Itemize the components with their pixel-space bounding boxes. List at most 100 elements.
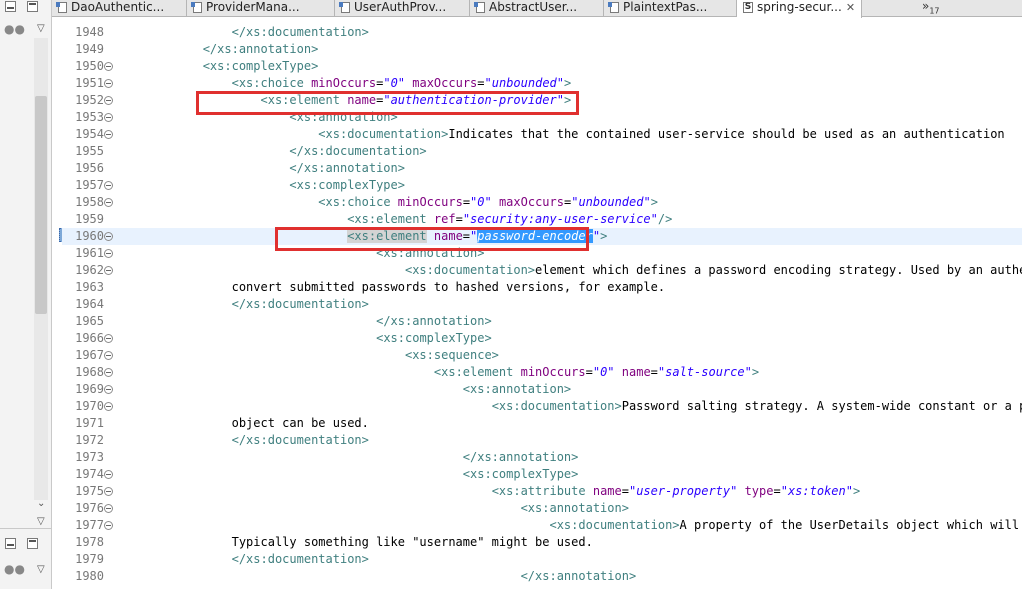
fold-toggle-icon[interactable] — [104, 504, 113, 513]
code-token: "xs:token" — [780, 484, 853, 498]
code-line[interactable]: 1962 <xs:documentation>element which def… — [62, 262, 1022, 279]
chevron-down-icon[interactable]: ▽ — [37, 565, 45, 575]
minimize-view-button[interactable] — [5, 538, 16, 549]
chevron-down-icon[interactable]: ▽ — [37, 517, 45, 527]
tab-spring-security[interactable]: Sspring-secur... ✕ — [737, 0, 862, 18]
code-line[interactable]: 1950 <xs:complexType> — [62, 58, 1022, 75]
code-line[interactable]: 1970 <xs:documentation>Password salting … — [62, 398, 1022, 415]
fold-toggle-icon[interactable] — [104, 266, 113, 275]
fold-toggle-icon[interactable] — [104, 181, 113, 190]
tab-overflow-button[interactable]: »17 — [922, 0, 940, 15]
code-line[interactable]: 1975 <xs:attribute name="user-property" … — [62, 483, 1022, 500]
code-text: <xs:complexType> — [116, 177, 405, 194]
code-line[interactable]: 1958 <xs:choice minOccurs="0" maxOccurs=… — [62, 194, 1022, 211]
chevron-down-icon[interactable]: ▽ — [37, 24, 45, 34]
line-number: 1966 — [75, 331, 104, 345]
code-line[interactable]: 1963 convert submitted passwords to hash… — [62, 279, 1022, 296]
code-token: <xs:complexType> — [376, 331, 492, 345]
fold-toggle-icon[interactable] — [104, 334, 113, 343]
fold-toggle-icon[interactable] — [104, 113, 113, 122]
code-line[interactable]: 1969 <xs:annotation> — [62, 381, 1022, 398]
code-text: <xs:complexType> — [116, 330, 492, 347]
fold-toggle-icon[interactable] — [104, 62, 113, 71]
line-number: 1955 — [75, 144, 104, 158]
maximize-view-button[interactable] — [27, 1, 38, 12]
tab-plaintextpas[interactable]: PlaintextPas... — [604, 0, 737, 17]
fold-toggle-icon[interactable] — [104, 198, 113, 207]
tab-daoauthentic[interactable]: DaoAuthentic... — [52, 0, 187, 17]
fold-toggle-icon[interactable] — [104, 79, 113, 88]
code-text: <xs:element minOccurs="0" name="salt-sou… — [116, 364, 759, 381]
code-line[interactable]: 1976 <xs:annotation> — [62, 500, 1022, 517]
hidden-tab-count: 17 — [929, 6, 940, 16]
code-line[interactable]: 1978 Typically something like "username"… — [62, 534, 1022, 551]
code-line[interactable]: 1967 <xs:sequence> — [62, 347, 1022, 364]
fold-toggle-icon[interactable] — [104, 470, 113, 479]
maximize-view-button[interactable] — [27, 538, 38, 549]
line-number: 1963 — [75, 280, 104, 294]
vertical-scrollbar[interactable] — [34, 38, 48, 500]
close-icon[interactable]: ✕ — [846, 1, 855, 15]
code-text: <xs:documentation>element which defines … — [116, 262, 1022, 279]
fold-toggle-icon[interactable] — [104, 232, 113, 241]
code-token: <xs:choice — [231, 76, 312, 90]
schema-file-icon: S — [743, 2, 753, 13]
code-line[interactable]: 1974 <xs:complexType> — [62, 466, 1022, 483]
code-line[interactable]: 1959 <xs:element ref="security:any-user-… — [62, 211, 1022, 228]
code-line[interactable]: 1965 </xs:annotation> — [62, 313, 1022, 330]
code-line[interactable]: 1956 </xs:annotation> — [62, 160, 1022, 177]
code-line[interactable]: 1966 <xs:complexType> — [62, 330, 1022, 347]
code-line[interactable]: 1979 </xs:documentation> — [62, 551, 1022, 568]
code-line[interactable]: 1968 <xs:element minOccurs="0" name="sal… — [62, 364, 1022, 381]
line-number: 1961 — [75, 246, 104, 260]
code-token: <xs:choice — [318, 195, 398, 209]
fold-toggle-icon[interactable] — [104, 521, 113, 530]
fold-toggle-icon[interactable] — [104, 130, 113, 139]
code-line[interactable]: 1948 </xs:documentation> — [62, 24, 1022, 41]
people-icon: ●● — [4, 562, 25, 576]
code-token: = — [650, 365, 658, 379]
code-text: </xs:documentation> — [116, 24, 369, 41]
code-text: </xs:documentation> — [116, 551, 369, 568]
code-line[interactable]: 1971 object can be used. — [62, 415, 1022, 432]
code-line[interactable]: 1964 </xs:documentation> — [62, 296, 1022, 313]
code-line[interactable]: 1949 </xs:annotation> — [62, 41, 1022, 58]
fold-toggle-icon[interactable] — [104, 351, 113, 360]
code-token: = — [773, 484, 781, 498]
code-line[interactable]: 1980 </xs:annotation> — [62, 568, 1022, 585]
fold-toggle-icon[interactable] — [104, 385, 113, 394]
line-number: 1958 — [75, 195, 104, 209]
line-number: 1968 — [75, 365, 104, 379]
scrollbar-thumb[interactable] — [35, 96, 47, 314]
minimize-view-button[interactable] — [5, 1, 16, 12]
fold-toggle-icon[interactable] — [104, 487, 113, 496]
code-text: convert submitted passwords to hashed ve… — [116, 279, 665, 296]
code-line[interactable]: 1954 <xs:documentation>Indicates that th… — [62, 126, 1022, 143]
code-line[interactable]: 1973 </xs:annotation> — [62, 449, 1022, 466]
fold-toggle-icon[interactable] — [104, 96, 113, 105]
code-token: </xs:annotation> — [289, 161, 405, 175]
code-line[interactable]: 1955 </xs:documentation> — [62, 143, 1022, 160]
fold-toggle-icon[interactable] — [104, 368, 113, 377]
fold-toggle-icon[interactable] — [104, 402, 113, 411]
tab-providermana[interactable]: ProviderMana... — [187, 0, 335, 17]
code-line[interactable]: 1972 </xs:documentation> — [62, 432, 1022, 449]
tab-userauthprov[interactable]: UserAuthProv... — [335, 0, 470, 17]
tab-label: spring-secur... — [757, 0, 842, 14]
fold-toggle-icon[interactable] — [104, 249, 113, 258]
code-line[interactable]: 1951 <xs:choice minOccurs="0" maxOccurs=… — [62, 75, 1022, 92]
line-number: 1978 — [75, 535, 104, 549]
tab-abstractuser[interactable]: AbstractUser... — [470, 0, 604, 17]
code-line[interactable]: 1977 <xs:documentation>A property of the… — [62, 517, 1022, 534]
code-line[interactable]: 1957 <xs:complexType> — [62, 177, 1022, 194]
scroll-down-arrow-icon[interactable]: ⌄ — [37, 499, 45, 509]
